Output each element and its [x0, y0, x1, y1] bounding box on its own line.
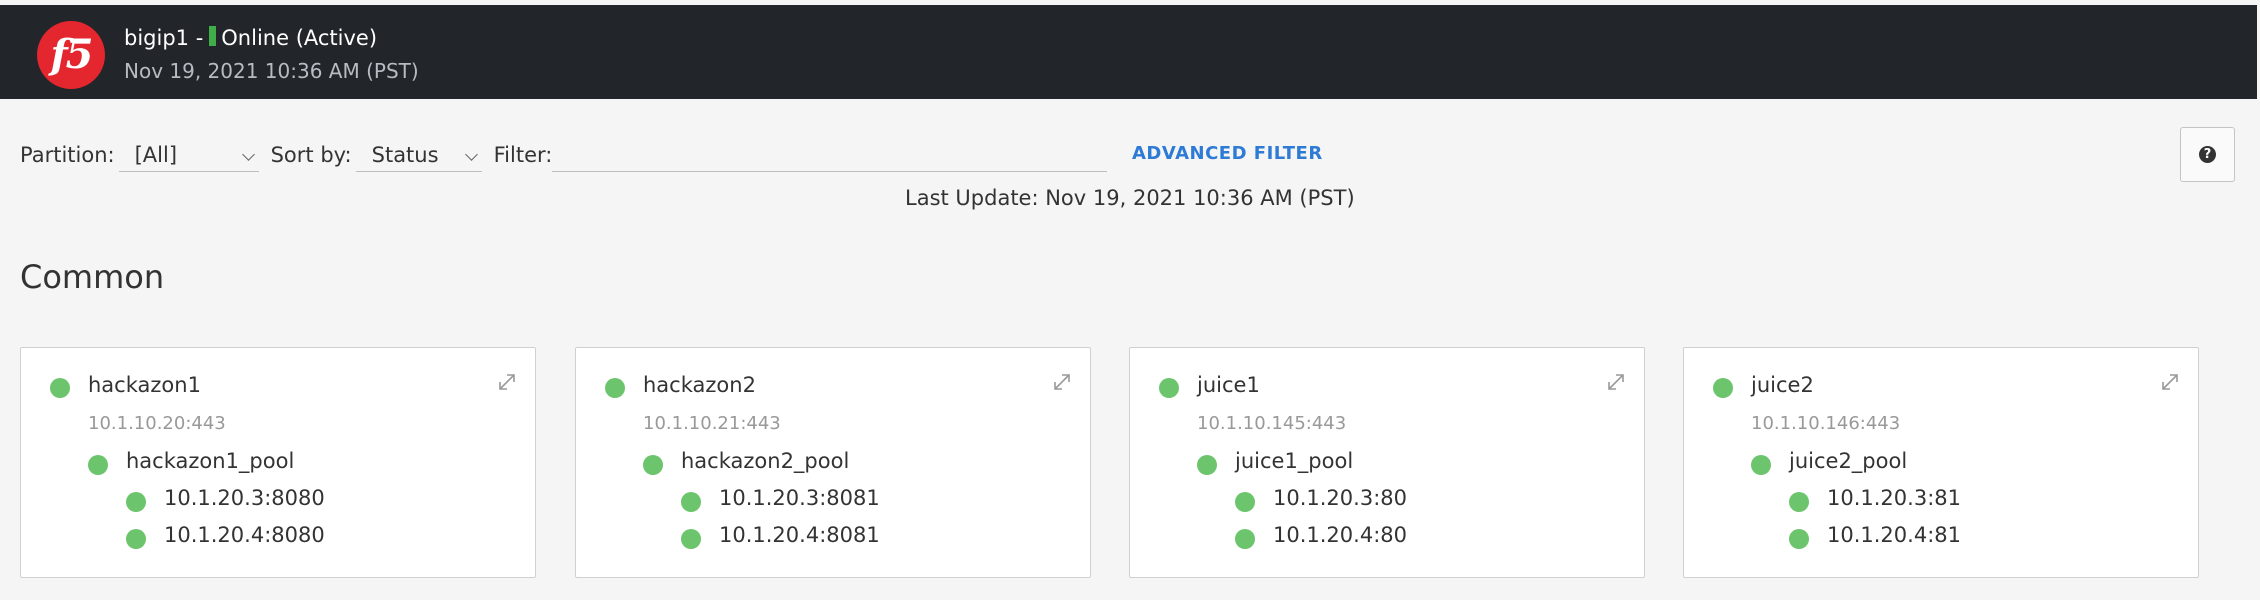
expand-icon[interactable] — [2160, 372, 2180, 392]
filter-label: Filter: — [493, 143, 553, 167]
virtual-server-card[interactable]: juice1 10.1.10.145:443 juice1_pool 10.1.… — [1129, 347, 1645, 578]
help-button[interactable]: ? — [2180, 127, 2235, 182]
pool-name: hackazon1_pool — [126, 449, 295, 473]
pool-member: 10.1.20.3:8080 — [164, 486, 325, 510]
partition-section-title: Common — [20, 258, 165, 296]
chevron-down-icon — [464, 148, 478, 161]
status-available-icon — [1713, 378, 1733, 398]
pool-member: 10.1.20.3:81 — [1827, 486, 1961, 510]
partition-select[interactable]: [All] — [118, 138, 259, 172]
partition-label: Partition: — [20, 143, 115, 167]
status-available-icon — [605, 378, 625, 398]
pool-member: 10.1.20.4:8081 — [719, 523, 880, 547]
pool-member: 10.1.20.4:81 — [1827, 523, 1961, 547]
device-status: Online (Active) — [221, 26, 378, 50]
status-available-icon — [1235, 492, 1255, 512]
advanced-filter-link[interactable]: ADVANCED FILTER — [1132, 143, 1323, 164]
virtual-server-address: 10.1.10.20:443 — [88, 413, 226, 434]
expand-icon[interactable] — [1052, 372, 1072, 392]
sort-select[interactable]: Status — [355, 138, 482, 172]
last-update-text: Last Update: Nov 19, 2021 10:36 AM (PST) — [905, 186, 1355, 210]
filter-toolbar: Partition: [All] Sort by: Status Filter: — [20, 138, 1108, 176]
pool-name: hackazon2_pool — [681, 449, 850, 473]
status-available-icon — [1751, 455, 1771, 475]
pool-name: juice2_pool — [1789, 449, 1908, 473]
status-indicator-icon — [209, 26, 217, 46]
virtual-server-card[interactable]: hackazon1 10.1.10.20:443 hackazon1_pool … — [20, 347, 536, 578]
status-available-icon — [126, 529, 146, 549]
sort-label: Sort by: — [270, 143, 352, 167]
device-hostname: bigip1 - — [124, 26, 204, 50]
status-available-icon — [1789, 529, 1809, 549]
virtual-server-name: hackazon2 — [643, 373, 756, 397]
filter-input[interactable] — [552, 138, 1108, 172]
sort-value: Status — [371, 143, 439, 167]
status-available-icon — [88, 455, 108, 475]
pool-name: juice1_pool — [1235, 449, 1354, 473]
pool-member: 10.1.20.3:8081 — [719, 486, 880, 510]
virtual-server-address: 10.1.10.145:443 — [1197, 413, 1347, 434]
expand-icon[interactable] — [1606, 372, 1626, 392]
partition-value: [All] — [134, 143, 178, 167]
device-datetime: Nov 19, 2021 10:36 AM (PST) — [124, 59, 419, 83]
status-available-icon — [1197, 455, 1217, 475]
status-available-icon — [50, 378, 70, 398]
virtual-server-name: juice2 — [1751, 373, 1814, 397]
virtual-server-name: juice1 — [1197, 373, 1260, 397]
expand-icon[interactable] — [497, 372, 517, 392]
status-available-icon — [1235, 529, 1255, 549]
device-header: f5 bigip1 - Online (Active) Nov 19, 2021… — [0, 5, 2260, 99]
status-available-icon — [126, 492, 146, 512]
status-available-icon — [643, 455, 663, 475]
virtual-server-card[interactable]: hackazon2 10.1.10.21:443 hackazon2_pool … — [575, 347, 1091, 578]
pool-member: 10.1.20.4:8080 — [164, 523, 325, 547]
pool-member: 10.1.20.4:80 — [1273, 523, 1407, 547]
status-available-icon — [1789, 492, 1809, 512]
virtual-server-card[interactable]: juice2 10.1.10.146:443 juice2_pool 10.1.… — [1683, 347, 2199, 578]
question-circle-icon: ? — [2199, 146, 2216, 163]
logo-text: f5 — [50, 31, 93, 78]
virtual-server-name: hackazon1 — [88, 373, 201, 397]
status-available-icon — [681, 529, 701, 549]
device-status-line: bigip1 - Online (Active) — [124, 26, 377, 50]
pool-member: 10.1.20.3:80 — [1273, 486, 1407, 510]
status-available-icon — [681, 492, 701, 512]
f5-logo: f5 — [37, 21, 105, 89]
virtual-server-address: 10.1.10.21:443 — [643, 413, 781, 434]
chevron-down-icon — [241, 148, 255, 161]
status-available-icon — [1159, 378, 1179, 398]
virtual-server-address: 10.1.10.146:443 — [1751, 413, 1901, 434]
